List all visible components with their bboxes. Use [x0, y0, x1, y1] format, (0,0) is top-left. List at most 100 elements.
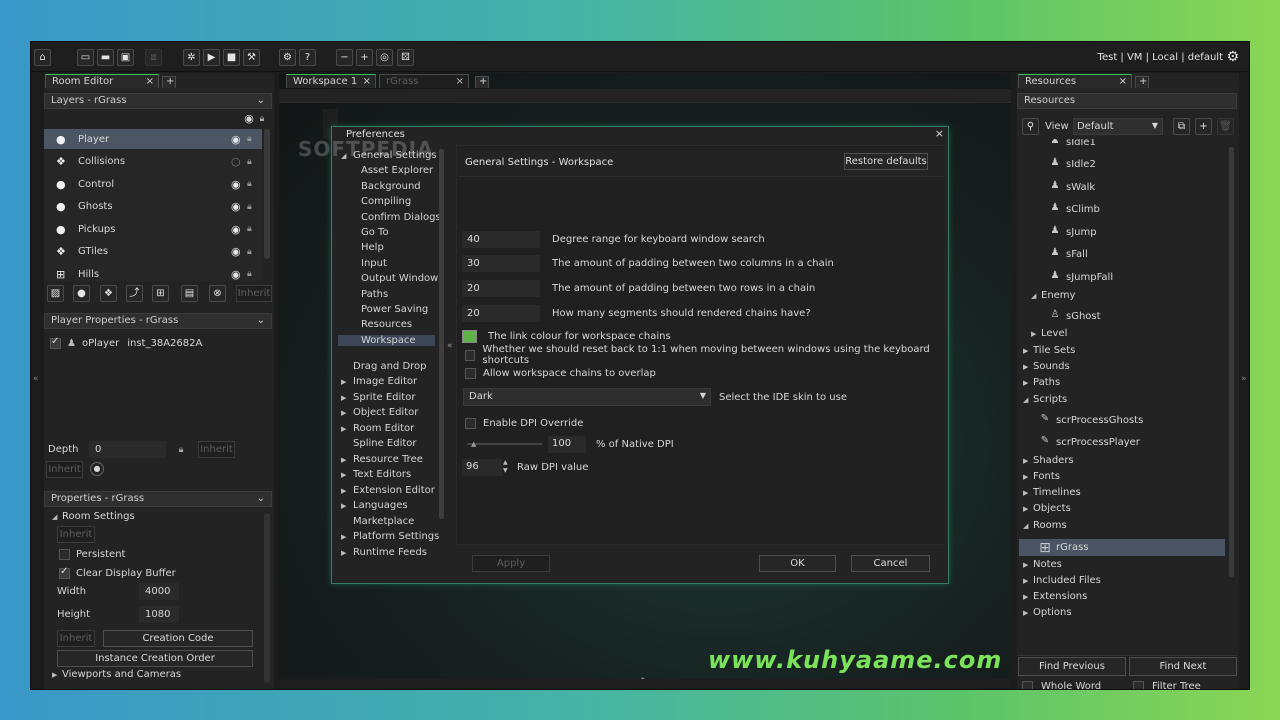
zoom-reset-icon[interactable]: ◎: [376, 49, 393, 66]
clear-display-row[interactable]: Clear Display Buffer: [59, 566, 176, 579]
whole-word-checkbox[interactable]: [1022, 681, 1033, 689]
layer-row[interactable]: ● Player ◉ 🔒︎: [44, 129, 262, 149]
triangle-down-icon[interactable]: ◢: [1031, 292, 1041, 300]
tab-resources[interactable]: Resources ×: [1018, 74, 1132, 88]
depth-field[interactable]: 0: [89, 441, 166, 458]
tab-rgrass[interactable]: rGrass ×: [379, 74, 469, 88]
slider-thumb[interactable]: ▲: [471, 440, 476, 448]
reset-icon[interactable]: ●: [90, 462, 104, 476]
resource-tree-item[interactable]: ♟ sFall: [1049, 247, 1088, 261]
close-icon[interactable]: ×: [935, 127, 944, 140]
prefs-nav-item[interactable]: ▶ Image Editor: [341, 376, 417, 387]
lock-icon[interactable]: 🔒︎: [247, 224, 252, 234]
link-colour-swatch[interactable]: [462, 329, 477, 343]
prefs-nav-item[interactable]: ▶ Room Editor: [341, 423, 414, 434]
add-tile-layer-icon[interactable]: ❖: [100, 285, 117, 302]
collapse-all-icon[interactable]: ⧉: [1173, 118, 1190, 135]
prefs-nav-item[interactable]: Input: [361, 258, 387, 269]
prefs-nav-item[interactable]: ▶ Extension Editor: [341, 485, 435, 496]
instance-row[interactable]: ♟ oPlayer inst_38A2682A: [50, 336, 202, 350]
add-instance-layer-icon[interactable]: ●: [73, 285, 90, 302]
overlap-row[interactable]: Allow workspace chains to overlap: [465, 364, 656, 382]
triangle-right-icon[interactable]: ▶: [1023, 505, 1033, 513]
resource-tree-item[interactable]: ▶ Objects: [1023, 503, 1071, 514]
resource-tree-item[interactable]: ▶ Tile Sets: [1023, 345, 1075, 356]
resource-tree-item[interactable]: ♙ sGhost: [1049, 309, 1101, 323]
stop-icon[interactable]: ■: [223, 49, 240, 66]
depth-lock-icon[interactable]: 🔒︎: [176, 444, 186, 456]
resource-tree-item[interactable]: ▶ Included Files: [1023, 575, 1101, 586]
resource-tree-item[interactable]: ♟ sJumpFall: [1049, 270, 1114, 284]
collapse-nav-icon[interactable]: «: [447, 341, 453, 351]
player-properties-header[interactable]: Player Properties - rGrass ⌄: [44, 313, 272, 329]
triangle-down-icon[interactable]: ◢: [341, 152, 353, 160]
triangle-right-icon[interactable]: ▶: [1023, 363, 1033, 371]
tab-room-editor[interactable]: Room Editor ×: [45, 74, 159, 88]
resource-tree-item[interactable]: ✎ scrProcessGhosts: [1039, 413, 1144, 427]
eye-icon[interactable]: ○: [231, 155, 241, 168]
segments-field[interactable]: 20: [462, 304, 540, 322]
resource-tree-item[interactable]: ▶ Fonts: [1023, 471, 1060, 482]
eye-icon[interactable]: ◉: [231, 268, 241, 281]
triangle-right-icon[interactable]: ▶: [341, 471, 353, 479]
chevron-down-icon[interactable]: ⌄: [257, 493, 265, 504]
prefs-nav-item[interactable]: ▶ Platform Settings: [341, 531, 439, 542]
prefs-nav-item[interactable]: ◢ General Settings: [341, 150, 437, 161]
layers-inherit-button[interactable]: Inherit: [236, 285, 272, 302]
resource-tree-item[interactable]: ▶ Paths: [1023, 377, 1060, 388]
resource-tree-item[interactable]: ◢ Rooms: [1023, 520, 1067, 531]
clean-icon[interactable]: ⚒: [243, 49, 260, 66]
instance-creation-order-button[interactable]: Instance Creation Order: [57, 650, 253, 667]
triangle-down-icon[interactable]: ◢: [1023, 522, 1033, 530]
eye-icon[interactable]: ◉: [231, 223, 241, 236]
resource-tree-item[interactable]: ♟ sJump: [1049, 225, 1097, 239]
open-icon[interactable]: ▬: [97, 49, 114, 66]
code-inherit-button[interactable]: Inherit: [57, 630, 95, 647]
eye-icon[interactable]: ◉: [231, 178, 241, 191]
layer-row[interactable]: ● Pickups ◉ 🔒︎: [44, 219, 262, 239]
resource-tree-item[interactable]: ♟ sClimb: [1049, 202, 1100, 216]
play-icon[interactable]: ▶: [203, 49, 220, 66]
find-next-button[interactable]: Find Next: [1129, 657, 1237, 676]
triangle-right-icon[interactable]: ▶: [1023, 577, 1033, 585]
prefs-nav-item[interactable]: Go To: [361, 227, 389, 238]
instance-checkbox[interactable]: [50, 336, 61, 349]
pad-rows-field[interactable]: 20: [462, 279, 540, 297]
triangle-right-icon[interactable]: ▶: [341, 456, 353, 464]
room-inherit-button[interactable]: Inherit: [57, 526, 95, 543]
raw-dpi-field[interactable]: 96: [462, 458, 502, 476]
prefs-nav-item[interactable]: ▶ Languages: [341, 500, 408, 511]
creation-code-button[interactable]: Creation Code: [103, 630, 253, 647]
native-dpi-field[interactable]: 100: [548, 435, 586, 453]
lock-icon[interactable]: 🔒︎: [247, 269, 252, 279]
close-icon[interactable]: ×: [146, 75, 154, 88]
save-icon[interactable]: ▣: [117, 49, 134, 66]
triangle-right-icon[interactable]: ▶: [1023, 561, 1033, 569]
triangle-right-icon[interactable]: ▶: [1023, 473, 1033, 481]
triangle-right-icon[interactable]: ▶: [1023, 609, 1033, 617]
add-folder-icon[interactable]: ▤: [181, 285, 198, 302]
close-icon[interactable]: ×: [363, 75, 371, 88]
lock-icon[interactable]: 🔒︎: [247, 247, 252, 257]
build-icon[interactable]: ✲: [183, 49, 200, 66]
prefs-nav-item[interactable]: Confirm Dialogs: [361, 212, 441, 223]
layer-row[interactable]: ❖ GTiles ◉ 🔒︎: [44, 242, 262, 262]
triangle-right-icon[interactable]: ▶: [1023, 489, 1033, 497]
layer-row[interactable]: ● Ghosts ◉ 🔒︎: [44, 197, 262, 217]
triangle-right-icon[interactable]: ▶: [341, 487, 353, 495]
new-icon[interactable]: ▭: [77, 49, 94, 66]
add-tab-button[interactable]: +: [475, 76, 489, 88]
reset-checkbox[interactable]: [465, 349, 476, 361]
target-gear-icon[interactable]: ⚙: [1226, 49, 1239, 65]
layer-row[interactable]: ❖ Collisions ○ 🔒︎: [44, 152, 262, 172]
dpi-override-row[interactable]: Enable DPI Override: [465, 414, 583, 432]
lock-icon[interactable]: 🔒︎: [247, 202, 252, 212]
add-path-layer-icon[interactable]: ⤴: [126, 285, 143, 302]
resource-tree-item[interactable]: ▶ Extensions: [1023, 591, 1087, 602]
overlap-checkbox[interactable]: [465, 367, 476, 379]
view-select[interactable]: Default ▼: [1073, 118, 1163, 135]
left-collapse-icon[interactable]: «: [33, 374, 39, 384]
inherit-button-2[interactable]: Inherit: [46, 461, 83, 478]
raw-dpi-stepper[interactable]: ▲ ▼: [503, 459, 513, 476]
clear-display-checkbox[interactable]: [59, 566, 70, 579]
